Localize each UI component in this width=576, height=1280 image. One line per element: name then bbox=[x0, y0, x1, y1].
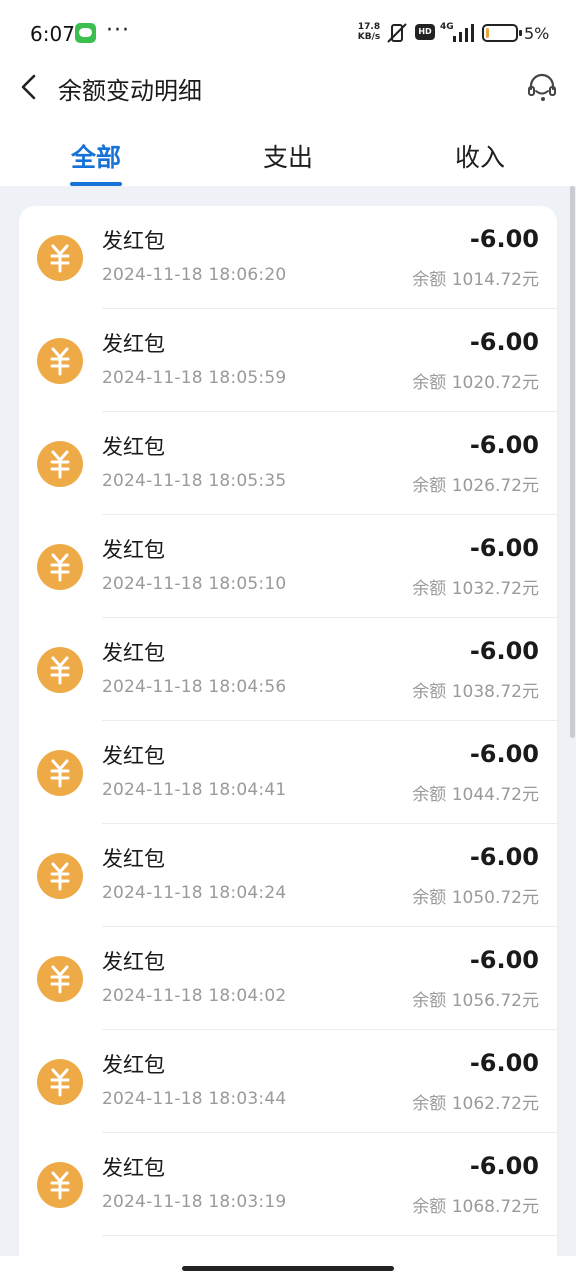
transaction-list: 发红包 2024-11-18 18:06:20 -6.00 余额 1014.72元 发红… bbox=[19, 206, 557, 1266]
yuan-icon bbox=[37, 1162, 83, 1208]
transaction-time: 2024-11-18 18:04:56 bbox=[102, 677, 287, 697]
transaction-balance: 余额 1044.72元 bbox=[412, 785, 539, 805]
transaction-title: 发红包 bbox=[102, 847, 165, 871]
transaction-balance: 余额 1014.72元 bbox=[412, 270, 539, 290]
navigation-bar bbox=[0, 1256, 576, 1280]
transaction-balance: 余额 1026.72元 bbox=[412, 476, 539, 496]
transaction-amount: -6.00 bbox=[469, 431, 539, 459]
transaction-time: 2024-11-18 18:04:24 bbox=[102, 883, 287, 903]
vibrate-off-icon bbox=[387, 23, 407, 43]
network-speed: 17.8 KB/s bbox=[356, 22, 382, 42]
transaction-balance: 余额 1038.72元 bbox=[412, 682, 539, 702]
page-title: 余额变动明细 bbox=[58, 77, 202, 105]
yuan-icon bbox=[37, 750, 83, 796]
tab-all[interactable]: 全部 bbox=[41, 138, 151, 174]
transaction-amount: -6.00 bbox=[469, 740, 539, 768]
transaction-time: 2024-11-18 18:05:35 bbox=[102, 471, 287, 491]
transaction-amount: -6.00 bbox=[469, 637, 539, 665]
home-indicator[interactable] bbox=[182, 1266, 394, 1271]
yuan-icon bbox=[37, 544, 83, 590]
status-time: 6:07 bbox=[30, 22, 75, 46]
signal-icon bbox=[453, 24, 474, 42]
transaction-title: 发红包 bbox=[102, 1156, 165, 1180]
transaction-title: 发红包 bbox=[102, 641, 165, 665]
transaction-time: 2024-11-18 18:04:02 bbox=[102, 986, 287, 1006]
transaction-time: 2024-11-18 18:06:20 bbox=[102, 265, 287, 285]
battery-percent: 5% bbox=[524, 24, 550, 43]
transaction-time: 2024-11-18 18:03:44 bbox=[102, 1089, 287, 1109]
tab-expense[interactable]: 支出 bbox=[233, 138, 343, 174]
transaction-title: 发红包 bbox=[102, 538, 165, 562]
transaction-time: 2024-11-18 18:05:59 bbox=[102, 368, 287, 388]
transaction-balance: 余额 1020.72元 bbox=[412, 373, 539, 393]
transaction-amount: -6.00 bbox=[469, 1049, 539, 1077]
transaction-balance: 余额 1050.72元 bbox=[412, 888, 539, 908]
transaction-balance: 余额 1056.72元 bbox=[412, 991, 539, 1011]
transaction-amount: -6.00 bbox=[469, 328, 539, 356]
network-speed-value: 17.8 bbox=[357, 22, 381, 32]
transaction-title: 发红包 bbox=[102, 332, 165, 356]
yuan-icon bbox=[37, 235, 83, 281]
transaction-amount: -6.00 bbox=[469, 534, 539, 562]
transaction-title: 发红包 bbox=[102, 229, 165, 253]
transaction-row[interactable]: 发红包 2024-11-18 18:04:24 -6.00 余额 1050.72元 bbox=[19, 824, 557, 927]
yuan-icon bbox=[37, 1059, 83, 1105]
transaction-title: 发红包 bbox=[102, 744, 165, 768]
transaction-row[interactable]: 发红包 2024-11-18 18:06:20 -6.00 余额 1014.72元 bbox=[19, 206, 557, 309]
transaction-row[interactable]: 发红包 2024-11-18 18:05:10 -6.00 余额 1032.72元 bbox=[19, 515, 557, 618]
transaction-row[interactable]: 发红包 2024-11-18 18:04:41 -6.00 余额 1044.72元 bbox=[19, 721, 557, 824]
transaction-amount: -6.00 bbox=[469, 946, 539, 974]
transaction-row[interactable]: 发红包 2024-11-18 18:03:19 -6.00 余额 1068.72元 bbox=[19, 1133, 557, 1236]
transaction-row[interactable]: 发红包 2024-11-18 18:04:56 -6.00 余额 1038.72元 bbox=[19, 618, 557, 721]
transaction-title: 发红包 bbox=[102, 435, 165, 459]
yuan-icon bbox=[37, 647, 83, 693]
transaction-time: 2024-11-18 18:03:19 bbox=[102, 1192, 287, 1212]
transaction-balance: 余额 1032.72元 bbox=[412, 579, 539, 599]
transaction-time: 2024-11-18 18:05:10 bbox=[102, 574, 287, 594]
yuan-icon bbox=[37, 956, 83, 1002]
tab-bar: 全部 支出 收入 bbox=[0, 136, 576, 186]
transaction-row[interactable]: 发红包 2024-11-18 18:05:35 -6.00 余额 1026.72元 bbox=[19, 412, 557, 515]
wechat-notification-icon bbox=[75, 23, 96, 43]
transaction-amount: -6.00 bbox=[469, 1152, 539, 1180]
yuan-icon bbox=[37, 441, 83, 487]
transaction-balance: 余额 1062.72元 bbox=[412, 1094, 539, 1114]
transaction-time: 2024-11-18 18:04:41 bbox=[102, 780, 287, 800]
transaction-amount: -6.00 bbox=[469, 843, 539, 871]
hd-icon: HD bbox=[415, 24, 435, 40]
battery-icon bbox=[482, 24, 522, 42]
scrollbar[interactable] bbox=[570, 186, 575, 738]
transaction-amount: -6.00 bbox=[469, 225, 539, 253]
header: 余额变动明细 全部 支出 收入 bbox=[0, 66, 576, 186]
customer-service-icon[interactable] bbox=[526, 72, 558, 102]
network-speed-unit: KB/s bbox=[357, 32, 381, 42]
active-tab-indicator bbox=[70, 182, 122, 186]
back-arrow-icon[interactable] bbox=[14, 70, 44, 104]
transaction-title: 发红包 bbox=[102, 950, 165, 974]
status-bar: 6:07 ··· 17.8 KB/s HD 4G 5% bbox=[0, 0, 576, 66]
transaction-row[interactable]: 发红包 2024-11-18 18:03:44 -6.00 余额 1062.72元 bbox=[19, 1030, 557, 1133]
yuan-icon bbox=[37, 338, 83, 384]
tab-income[interactable]: 收入 bbox=[425, 138, 535, 174]
transaction-row[interactable]: 发红包 2024-11-18 18:04:02 -6.00 余额 1056.72元 bbox=[19, 927, 557, 1030]
transaction-title: 发红包 bbox=[102, 1053, 165, 1077]
transaction-balance: 余额 1068.72元 bbox=[412, 1197, 539, 1217]
transaction-row[interactable]: 发红包 2024-11-18 18:05:59 -6.00 余额 1020.72元 bbox=[19, 309, 557, 412]
more-notifications-icon: ··· bbox=[106, 18, 130, 43]
yuan-icon bbox=[37, 853, 83, 899]
row-divider bbox=[102, 1235, 557, 1236]
